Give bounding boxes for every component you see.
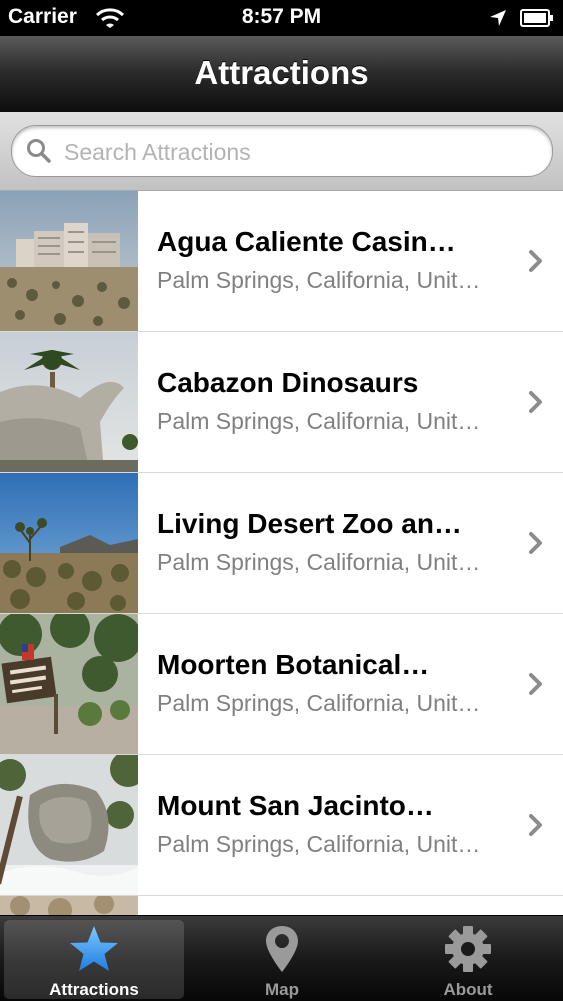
chevron-right-icon: [529, 532, 542, 554]
attraction-subtitle: Palm Springs, California, Unit…: [157, 549, 481, 575]
list-item[interactable]: Moorten Botanical… Palm Springs, Califor…: [0, 614, 563, 755]
attraction-subtitle: Palm Springs, California, Unit…: [157, 408, 481, 434]
tab-label: About: [443, 980, 493, 999]
attraction-subtitle: Palm Springs, California, Unit…: [157, 267, 481, 293]
list-item[interactable]: Cabazon Dinosaurs Palm Springs, Californ…: [0, 332, 563, 473]
attraction-title: Mount San Jacinto…: [157, 790, 434, 821]
tab-attractions[interactable]: Attractions: [4, 920, 184, 999]
gear-icon: [445, 926, 491, 972]
search-bar: [0, 112, 563, 191]
navigation-bar: Attractions: [0, 36, 563, 113]
attraction-title: Moorten Botanical…: [157, 649, 430, 680]
list-item[interactable]: [0, 896, 563, 915]
attraction-title: Agua Caliente Casin…: [157, 226, 456, 257]
search-input[interactable]: [62, 134, 536, 170]
attraction-thumbnail: [0, 755, 138, 895]
attraction-subtitle: Palm Springs, California, Unit…: [157, 690, 481, 716]
search-field[interactable]: [11, 125, 553, 177]
status-bar: Carrier 8:57 PM: [0, 0, 563, 36]
chevron-right-icon: [529, 391, 542, 413]
attraction-thumbnail: [0, 614, 138, 754]
list-item[interactable]: Living Desert Zoo an… Palm Springs, Cali…: [0, 473, 563, 614]
tab-bar: Attractions Map About: [0, 915, 563, 1001]
page-title: Attractions: [194, 54, 369, 91]
tab-label: Attractions: [49, 980, 139, 999]
chevron-right-icon: [529, 250, 542, 272]
attraction-thumbnail: [0, 896, 138, 915]
attraction-thumbnail: [0, 332, 138, 472]
attraction-title: Living Desert Zoo an…: [157, 508, 462, 539]
attraction-thumbnail: [0, 473, 138, 613]
search-icon: [27, 139, 51, 163]
attraction-title: Cabazon Dinosaurs: [157, 367, 419, 398]
map-pin-icon: [266, 926, 298, 972]
star-icon: [70, 926, 118, 971]
location-arrow-icon: [490, 10, 506, 26]
tab-map[interactable]: Map: [192, 920, 372, 999]
chevron-right-icon: [529, 814, 542, 836]
battery-icon: [520, 9, 553, 27]
attraction-thumbnail: [0, 191, 138, 331]
chevron-right-icon: [529, 673, 542, 695]
attractions-list: Agua Caliente Casin… Palm Springs, Calif…: [0, 191, 563, 915]
tab-about[interactable]: About: [378, 920, 558, 999]
attraction-subtitle: Palm Springs, California, Unit…: [157, 831, 481, 857]
list-item[interactable]: Agua Caliente Casin… Palm Springs, Calif…: [0, 191, 563, 332]
list-item[interactable]: Mount San Jacinto… Palm Springs, Califor…: [0, 755, 563, 896]
tab-label: Map: [265, 980, 299, 999]
status-time: 8:57 PM: [241, 5, 322, 28]
